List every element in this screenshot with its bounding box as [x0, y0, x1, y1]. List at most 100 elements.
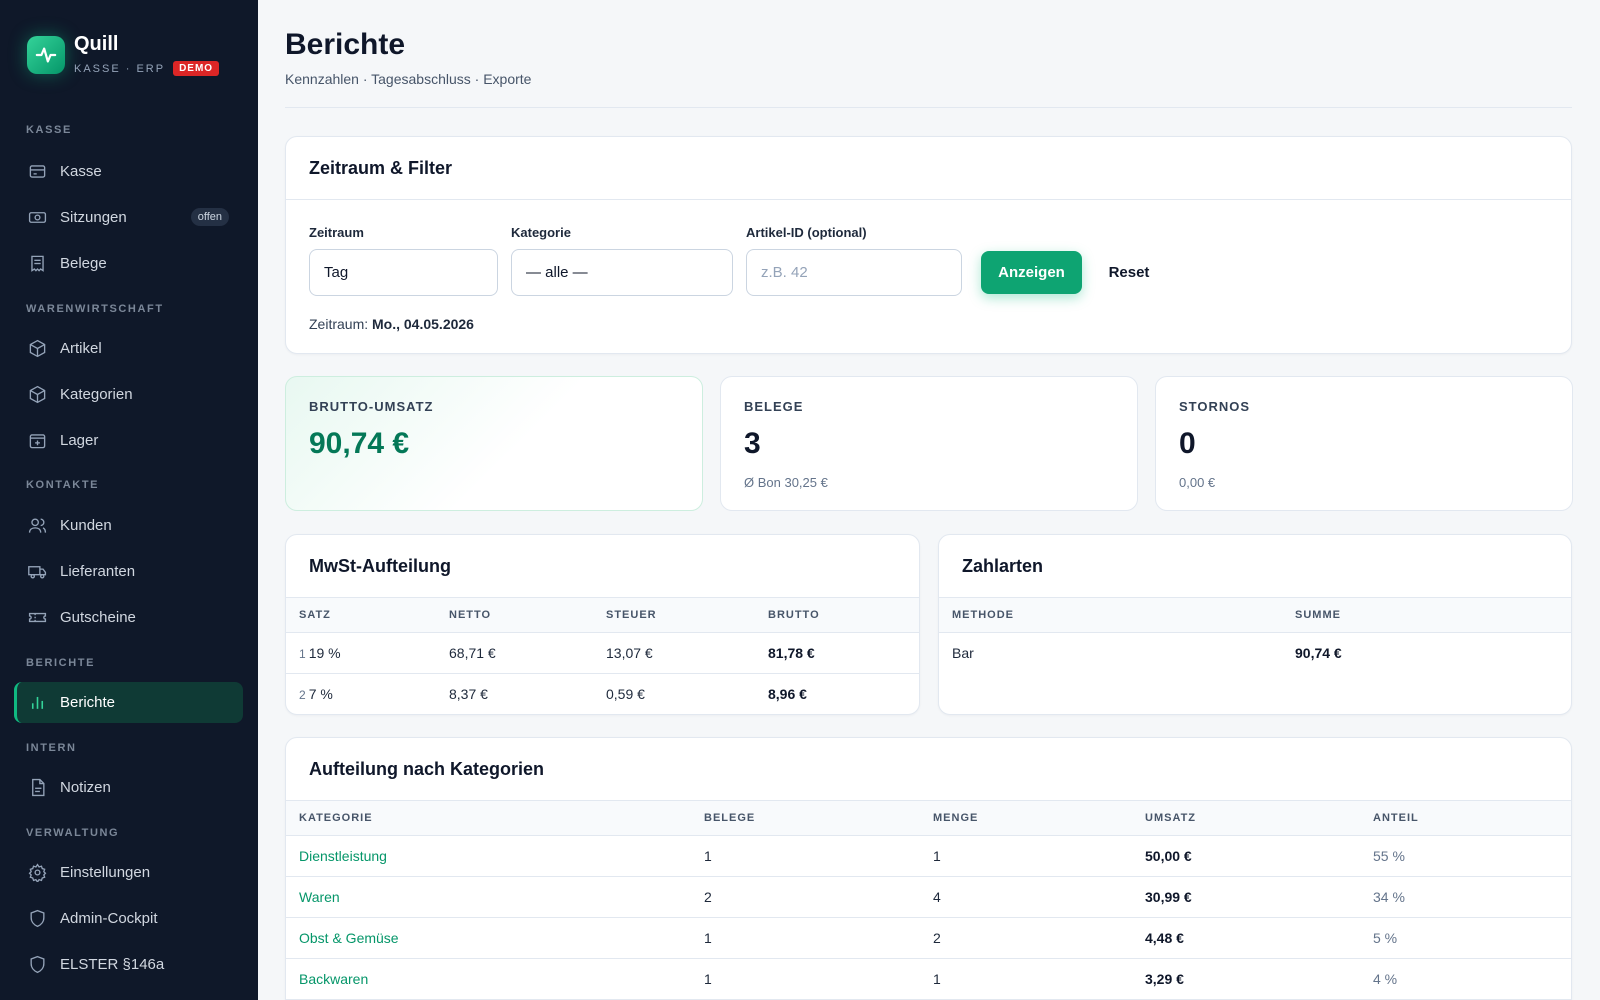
range-prefix: Zeitraum:: [309, 316, 369, 332]
brand-tagline: KASSE · ERP: [74, 62, 166, 75]
kpi-cancellations: STORNOS 0 0,00 €: [1155, 376, 1573, 511]
sidebar-item-kasse[interactable]: Kasse: [14, 151, 243, 191]
demo-badge: DEMO: [173, 61, 220, 76]
sidebar-item-sitzungen[interactable]: Sitzungen offen: [14, 197, 243, 237]
sidebar-item-label: Notizen: [60, 778, 111, 796]
category-link[interactable]: Dienstleistung: [286, 835, 691, 877]
column-header: ANTEIL: [1360, 801, 1571, 836]
kpi-value: 90,74 €: [309, 427, 410, 460]
sidebar-item-einstellungen[interactable]: Einstellungen: [14, 852, 243, 892]
table-row: Waren 2 4 30,99 € 34 %: [286, 876, 1571, 918]
sidebar-item-kunden[interactable]: Kunden: [14, 505, 243, 545]
vat-table: SATZ NETTO STEUER BRUTTO 1 19 % 68,71 € 1…: [286, 598, 919, 714]
divider: [285, 107, 1572, 108]
table-row: Backwaren 1 1 3,29 € 4 %: [286, 958, 1571, 1000]
sidebar: Quill KASSE · ERP DEMO KASSE Kasse Sitzu…: [0, 0, 258, 1000]
sidebar-item-label: Artikel: [60, 339, 102, 357]
sidebar-item-berichte[interactable]: Berichte: [14, 682, 243, 723]
sidebar-item-label: Kunden: [60, 516, 112, 534]
range-info: Zeitraum: Mo., 04.05.2026: [309, 316, 474, 332]
quantity-cell: 1: [920, 958, 1132, 1000]
nav-section-berichte: BERICHTE: [26, 657, 96, 669]
sidebar-item-lieferanten[interactable]: Lieferanten: [14, 551, 243, 591]
sum-cell: 90,74 €: [1295, 644, 1342, 661]
sidebar-item-lager[interactable]: Lager: [14, 420, 243, 460]
kpi-value: 3: [744, 427, 761, 460]
vat-card: MwSt-Aufteilung SATZ NETTO STEUER BRUTTO…: [285, 534, 920, 715]
box-icon: [27, 338, 47, 358]
payments-card-title: Zahlarten: [939, 535, 1571, 598]
category-link[interactable]: Obst & Gemüse: [286, 917, 691, 959]
tax-cell: 13,07 €: [593, 632, 755, 674]
reset-button[interactable]: Reset: [1094, 251, 1164, 294]
show-button[interactable]: Anzeigen: [981, 251, 1082, 294]
brand[interactable]: Quill KASSE · ERP DEMO: [27, 33, 220, 76]
sidebar-item-kategorien[interactable]: Kategorien: [14, 374, 243, 414]
sidebar-item-gutscheine[interactable]: Gutscheine: [14, 597, 243, 637]
categories-card: Aufteilung nach Kategorien KATEGORIE BEL…: [285, 737, 1572, 1000]
column-header: SATZ: [286, 598, 436, 633]
nav-section-kontakte: KONTAKTE: [26, 479, 100, 491]
warehouse-icon: [27, 430, 47, 450]
ticket-icon: [27, 607, 47, 627]
page-title: Berichte: [285, 28, 406, 61]
sidebar-item-label: Berichte: [60, 694, 116, 711]
table-row: 1 19 % 68,71 € 13,07 € 81,78 €: [286, 632, 919, 674]
net-cell: 68,71 €: [436, 632, 593, 674]
table-row: Obst & Gemüse 1 2 4,48 € 5 %: [286, 917, 1571, 959]
receipt-icon: [27, 253, 47, 273]
sidebar-item-label: ELSTER §146a: [60, 955, 165, 973]
column-header: BELEGE: [691, 801, 920, 836]
nav-section-intern: INTERN: [26, 742, 77, 754]
filter-card-title: Zeitraum & Filter: [286, 137, 1571, 200]
vat-rate: 7 %: [308, 685, 333, 702]
kpi-sub: Ø Bon 30,25 €: [744, 475, 828, 490]
range-value: Mo., 04.05.2026: [372, 316, 474, 332]
categories-card-title: Aufteilung nach Kategorien: [286, 738, 1571, 801]
revenue-cell: 50,00 €: [1132, 835, 1360, 877]
share-cell: 55 %: [1360, 835, 1571, 877]
quantity-cell: 4: [920, 876, 1132, 918]
sidebar-item-label: Gutscheine: [60, 608, 136, 626]
revenue-cell: 3,29 €: [1132, 958, 1360, 1000]
column-header: BRUTTO: [755, 598, 919, 633]
category-link[interactable]: Waren: [286, 876, 691, 918]
column-header: SUMME: [1282, 598, 1571, 633]
sidebar-item-belege[interactable]: Belege: [14, 243, 243, 283]
users-icon: [27, 515, 47, 535]
category-link[interactable]: Backwaren: [286, 958, 691, 1000]
vat-rate-cell: 27 %: [286, 673, 436, 714]
page-subtitle: Kennzahlen · Tagesabschluss · Exporte: [285, 71, 532, 87]
note-icon: [27, 777, 47, 797]
sidebar-item-elster[interactable]: ELSTER §146a: [14, 944, 243, 984]
receipts-cell: 1: [691, 917, 920, 959]
box-icon: [27, 384, 47, 404]
nav-section-warenwirtschaft: WARENWIRTSCHAFT: [26, 303, 164, 315]
receipts-cell: 1: [691, 958, 920, 1000]
column-header: METHODE: [939, 598, 1282, 633]
share-cell: 5 %: [1360, 917, 1571, 959]
gross-cell: 81,78 €: [755, 632, 919, 674]
period-select[interactable]: Tag: [309, 249, 498, 296]
main-content: Berichte Kennzahlen · Tagesabschluss · E…: [258, 0, 1600, 1000]
category-select[interactable]: — alle —: [511, 249, 733, 296]
nav-section-verwaltung: VERWALTUNG: [26, 827, 120, 839]
receipts-cell: 2: [691, 876, 920, 918]
column-header: MENGE: [920, 801, 1132, 836]
article-id-input[interactable]: z.B. 42: [746, 249, 962, 296]
sidebar-item-artikel[interactable]: Artikel: [14, 328, 243, 368]
table-row: Dienstleistung 1 1 50,00 € 55 %: [286, 835, 1571, 877]
categories-table: KATEGORIE BELEGE MENGE UMSATZ ANTEIL Die…: [286, 801, 1571, 1000]
gear-icon: [27, 862, 47, 882]
quantity-cell: 2: [920, 917, 1132, 959]
status-badge: offen: [190, 208, 229, 226]
vat-rate: 19 %: [308, 644, 341, 661]
column-header: KATEGORIE: [286, 801, 691, 836]
filter-card: Zeitraum & Filter Zeitraum Tag Kategorie…: [285, 136, 1572, 354]
sidebar-item-notizen[interactable]: Notizen: [14, 767, 243, 807]
table-row: 27 % 8,37 € 0,59 € 8,96 €: [286, 673, 919, 714]
sidebar-item-admin-cockpit[interactable]: Admin-Cockpit: [14, 898, 243, 938]
row-number: 1: [299, 646, 306, 661]
row-number: 2: [299, 687, 306, 702]
register-icon: [27, 161, 47, 181]
